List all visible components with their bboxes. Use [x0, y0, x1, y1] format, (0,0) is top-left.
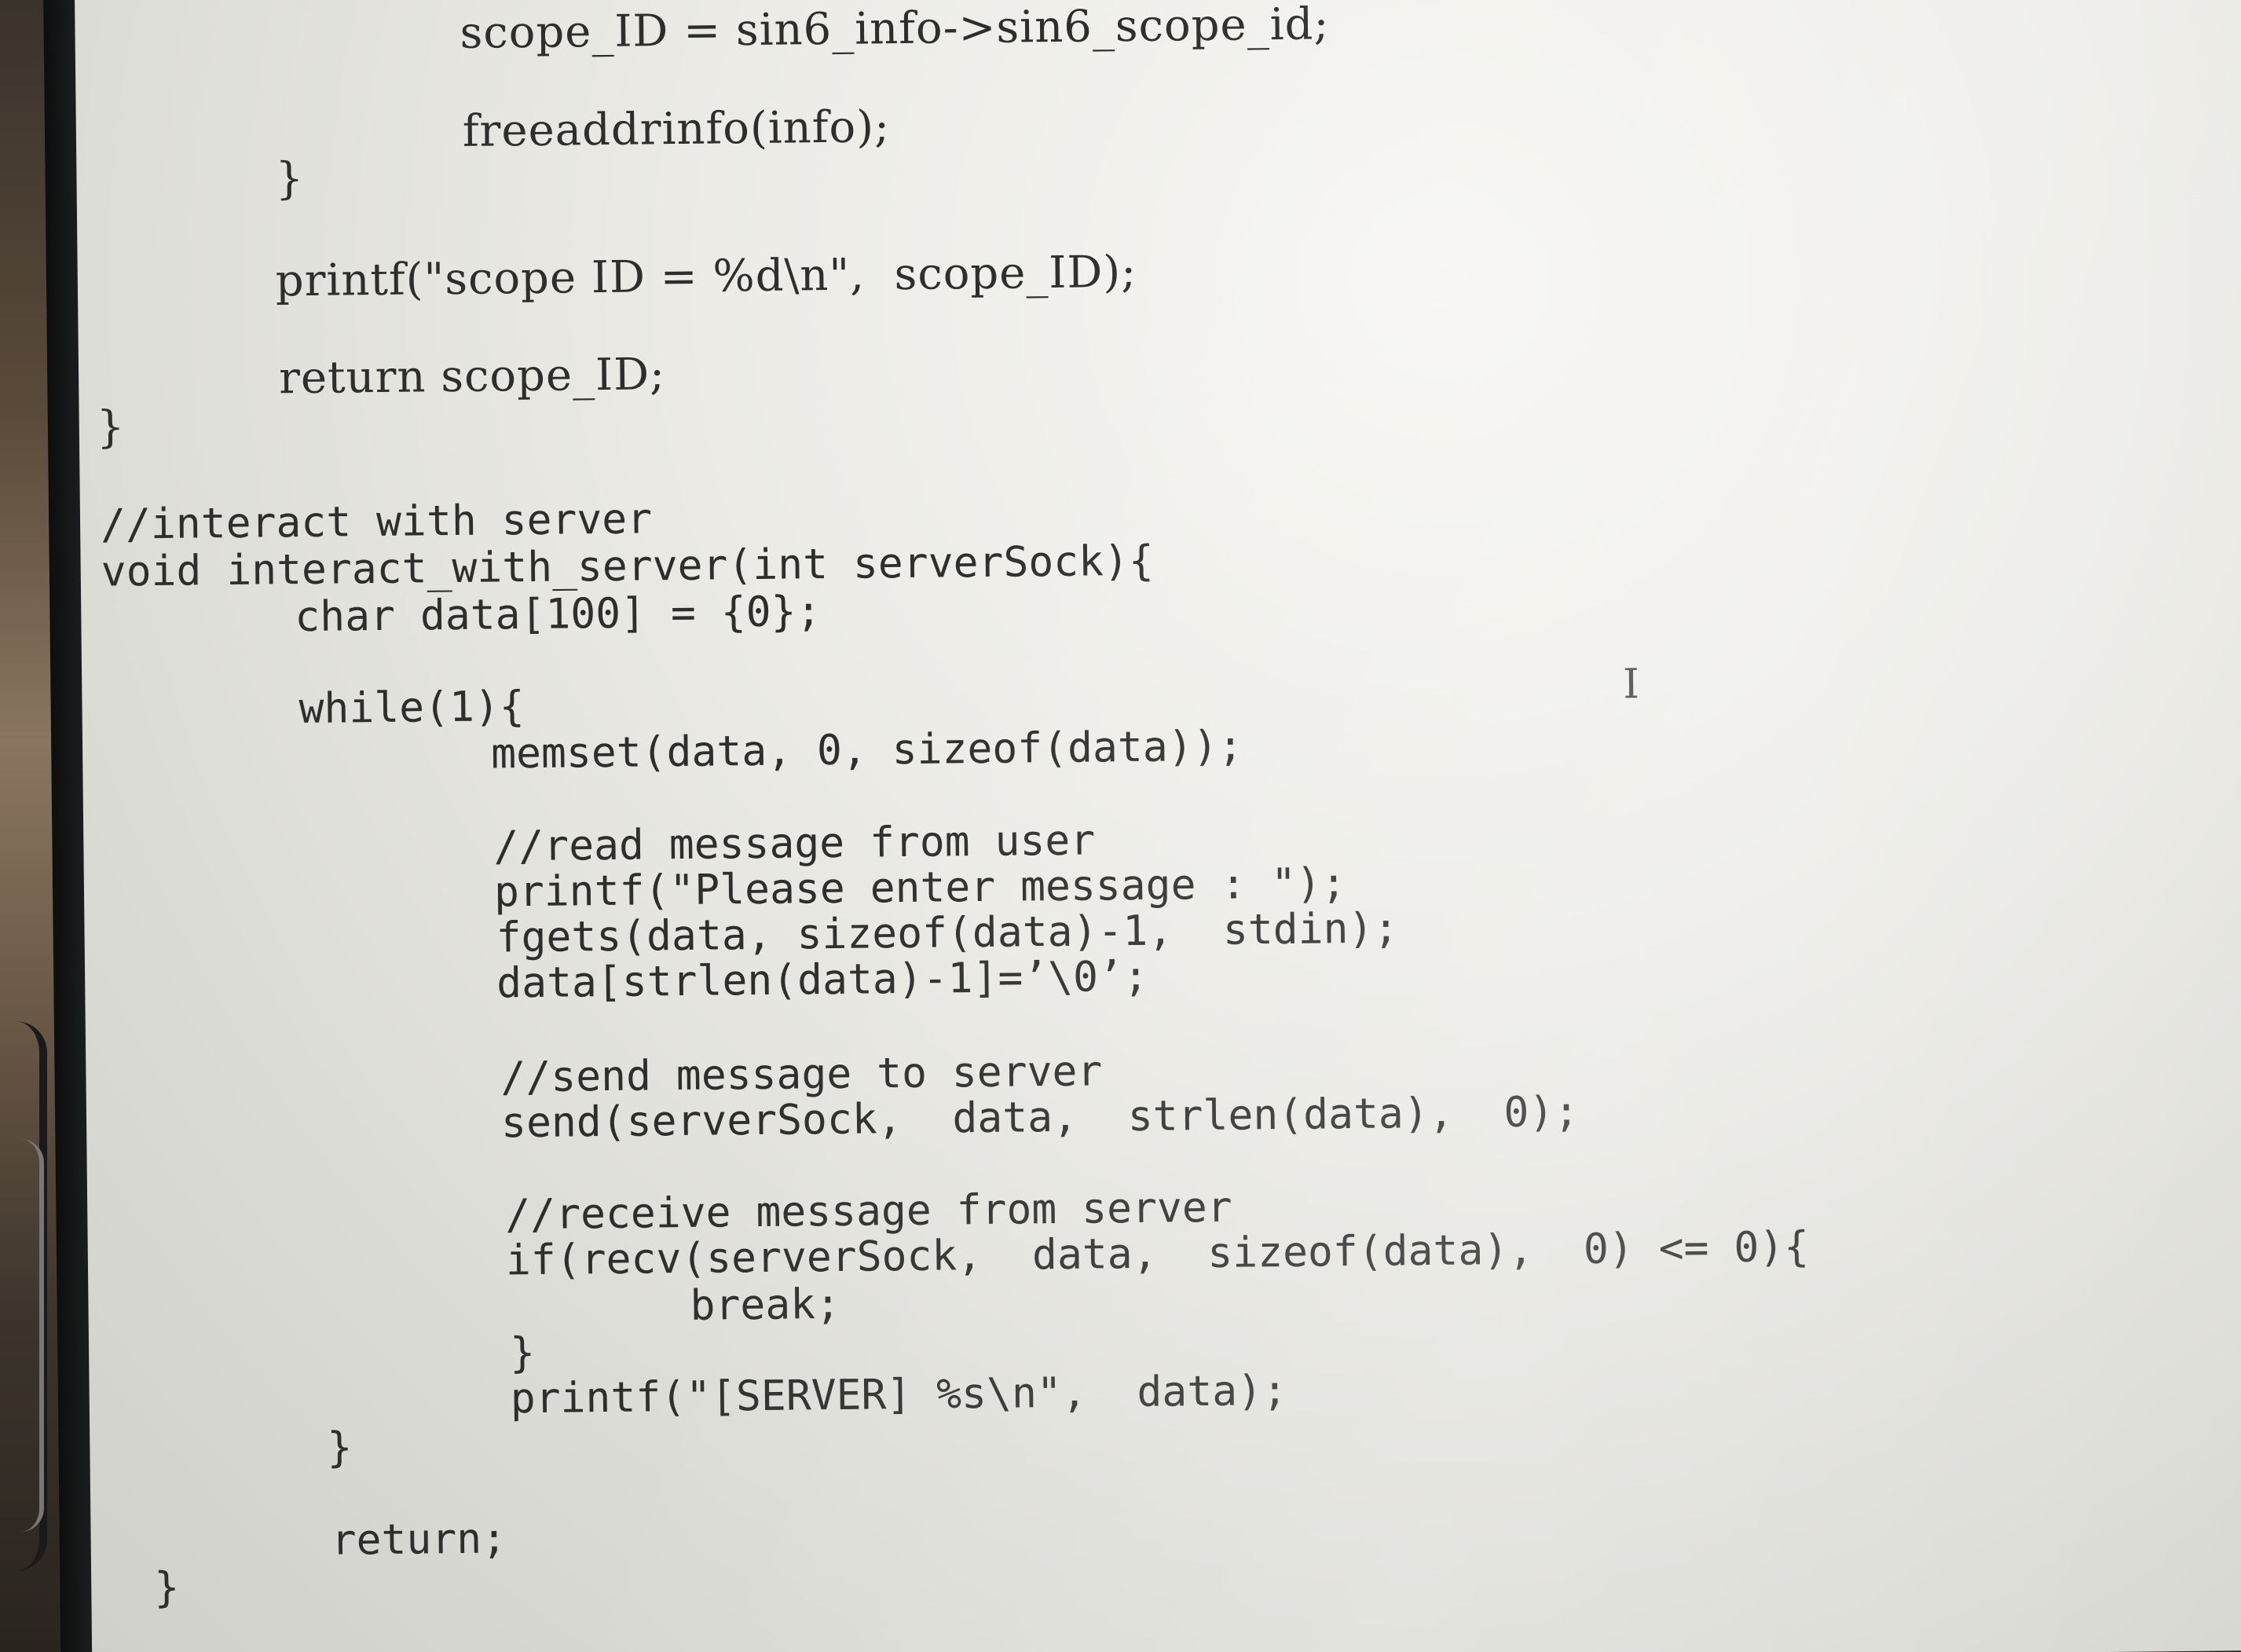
code-line: void interact_with_server(int serverSock…	[101, 537, 1155, 596]
code-line: scope_ID = sin6_info->sin6_scope_id;	[460, 0, 1330, 59]
code-line: memset(data, 0, sizeof(data));	[490, 722, 1243, 778]
code-line: printf("[SERVER] %s\n", data);	[510, 1366, 1288, 1423]
code-line: return;	[331, 1515, 507, 1565]
monitor-photo: scope_ID = sin6_info->sin6_scope_id; fre…	[0, 0, 2241, 1652]
code-line: }	[96, 401, 126, 453]
code-line: return scope_ID;	[278, 349, 666, 405]
code-line: printf("scope ID = %d\n", scope_ID);	[275, 246, 1137, 307]
monitor-screen: scope_ID = sin6_info->sin6_scope_id; fre…	[75, 0, 2241, 1652]
code-line: }	[153, 1563, 180, 1613]
code-editor-text: scope_ID = sin6_info->sin6_scope_id; fre…	[75, 0, 2213, 1652]
code-line: char data[100] = {0};	[295, 588, 822, 642]
code-line: freeaddrinfo(info);	[462, 101, 891, 157]
code-line: }	[509, 1328, 536, 1378]
code-line: while(1){	[298, 683, 525, 734]
code-line: data[strlen(data)-1]=’\0’;	[496, 952, 1149, 1008]
code-line: send(serverSock, data, strlen(data), 0);	[500, 1088, 1580, 1148]
code-line: break;	[690, 1280, 841, 1330]
grey-cable	[8, 1139, 44, 1532]
code-line: fgets(data, sizeof(data)-1, stdin);	[496, 904, 1399, 962]
code-line: }	[275, 152, 305, 205]
text-cursor-icon: I	[1623, 661, 1640, 709]
code-line: }	[327, 1423, 353, 1472]
code-line: //interact with server	[100, 495, 653, 549]
